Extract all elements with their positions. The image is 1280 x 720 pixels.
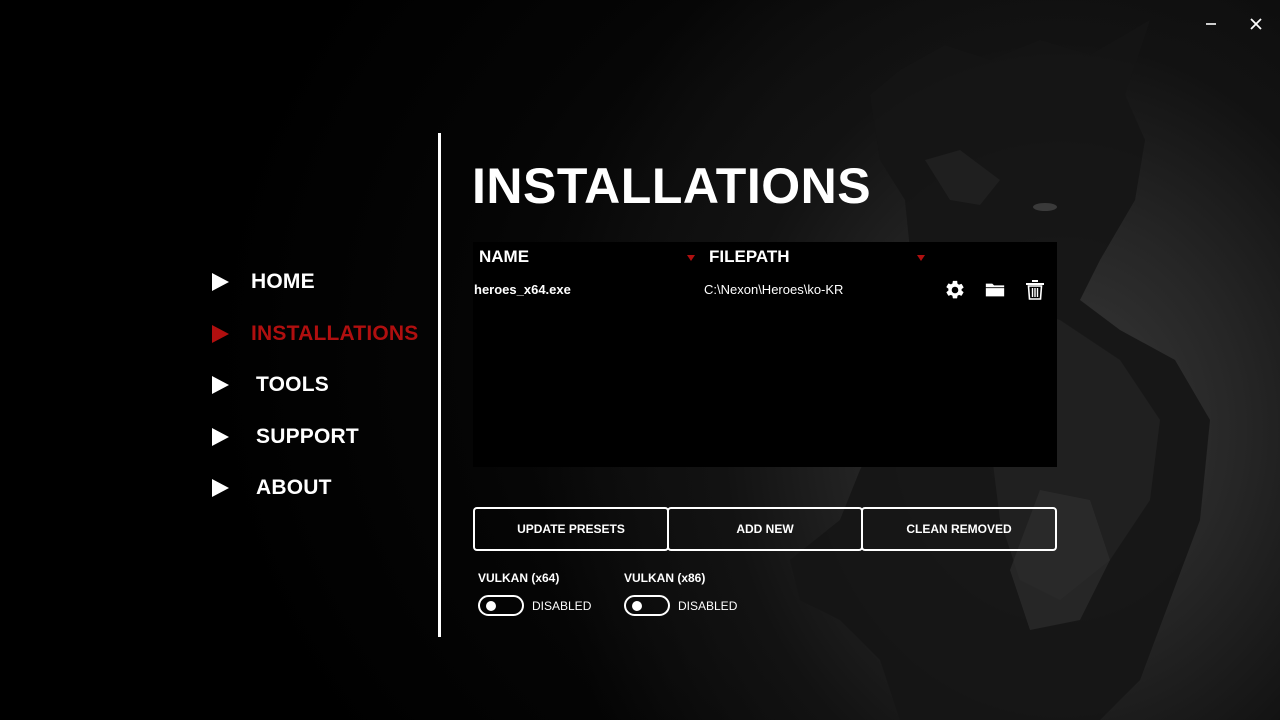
page-title: INSTALLATIONS — [472, 158, 872, 214]
gear-icon — [946, 280, 964, 299]
column-header-filepath[interactable]: FILEPATH — [709, 245, 929, 269]
close-icon — [1250, 18, 1262, 30]
minimize-icon — [1206, 23, 1216, 25]
folder-icon — [985, 283, 1005, 297]
nav-item-tools[interactable]: TOOLS — [212, 367, 329, 403]
play-arrow-icon — [212, 479, 229, 497]
nav-item-label: INSTALLATIONS — [251, 322, 419, 345]
minimize-button[interactable] — [1199, 12, 1223, 36]
nav-item-label: SUPPORT — [256, 425, 359, 448]
nav-item-home[interactable]: HOME — [212, 264, 315, 300]
toggle-title: VULKAN (x64) — [478, 571, 560, 585]
nav-item-support[interactable]: SUPPORT — [212, 419, 359, 455]
toggle-knob — [486, 601, 496, 611]
nav-item-label: TOOLS — [256, 373, 329, 396]
clean-removed-button[interactable]: CLEAN REMOVED — [861, 507, 1057, 551]
vulkan-x64-toggle[interactable] — [478, 595, 524, 616]
toggle-knob — [632, 601, 642, 611]
vulkan-x86-setting: VULKAN (x86) DISABLED — [624, 570, 737, 616]
column-header-name[interactable]: NAME — [479, 245, 699, 269]
toggle-state-label: DISABLED — [678, 598, 738, 613]
nav-item-about[interactable]: ABOUT — [212, 470, 332, 506]
toggle-title: VULKAN (x86) — [624, 571, 706, 585]
installation-name: heroes_x64.exe — [474, 282, 571, 297]
toggle-state-label: DISABLED — [532, 598, 592, 613]
play-arrow-icon — [212, 325, 229, 343]
vulkan-x86-toggle[interactable] — [624, 595, 670, 616]
table-row[interactable]: heroes_x64.exe C:\Nexon\Heroes\ko-KR — [473, 278, 1057, 302]
play-arrow-icon — [212, 376, 229, 394]
column-header-label: NAME — [479, 247, 530, 266]
installations-table: NAME FILEPATH heroes_x64.exe C:\Nexon\He… — [473, 242, 1057, 467]
installation-filepath: C:\Nexon\Heroes\ko-KR — [704, 282, 844, 297]
trash-icon — [1026, 280, 1044, 300]
vulkan-x64-setting: VULKAN (x64) DISABLED — [478, 570, 591, 616]
delete-button[interactable] — [1023, 278, 1047, 302]
update-presets-button[interactable]: UPDATE PRESETS — [473, 507, 669, 551]
sidebar-divider — [438, 133, 441, 637]
play-arrow-icon — [212, 428, 229, 446]
nav-item-installations[interactable]: INSTALLATIONS — [212, 316, 418, 352]
close-button[interactable] — [1244, 12, 1268, 36]
column-header-label: FILEPATH — [709, 247, 790, 266]
nav-item-label: HOME — [251, 270, 315, 293]
nav-item-label: ABOUT — [256, 476, 332, 499]
sort-arrow-icon — [917, 255, 925, 261]
add-new-button[interactable]: ADD NEW — [667, 507, 863, 551]
open-folder-button[interactable] — [983, 278, 1007, 302]
play-arrow-icon — [212, 273, 229, 291]
sort-arrow-icon — [687, 255, 695, 261]
settings-button[interactable] — [943, 278, 967, 302]
